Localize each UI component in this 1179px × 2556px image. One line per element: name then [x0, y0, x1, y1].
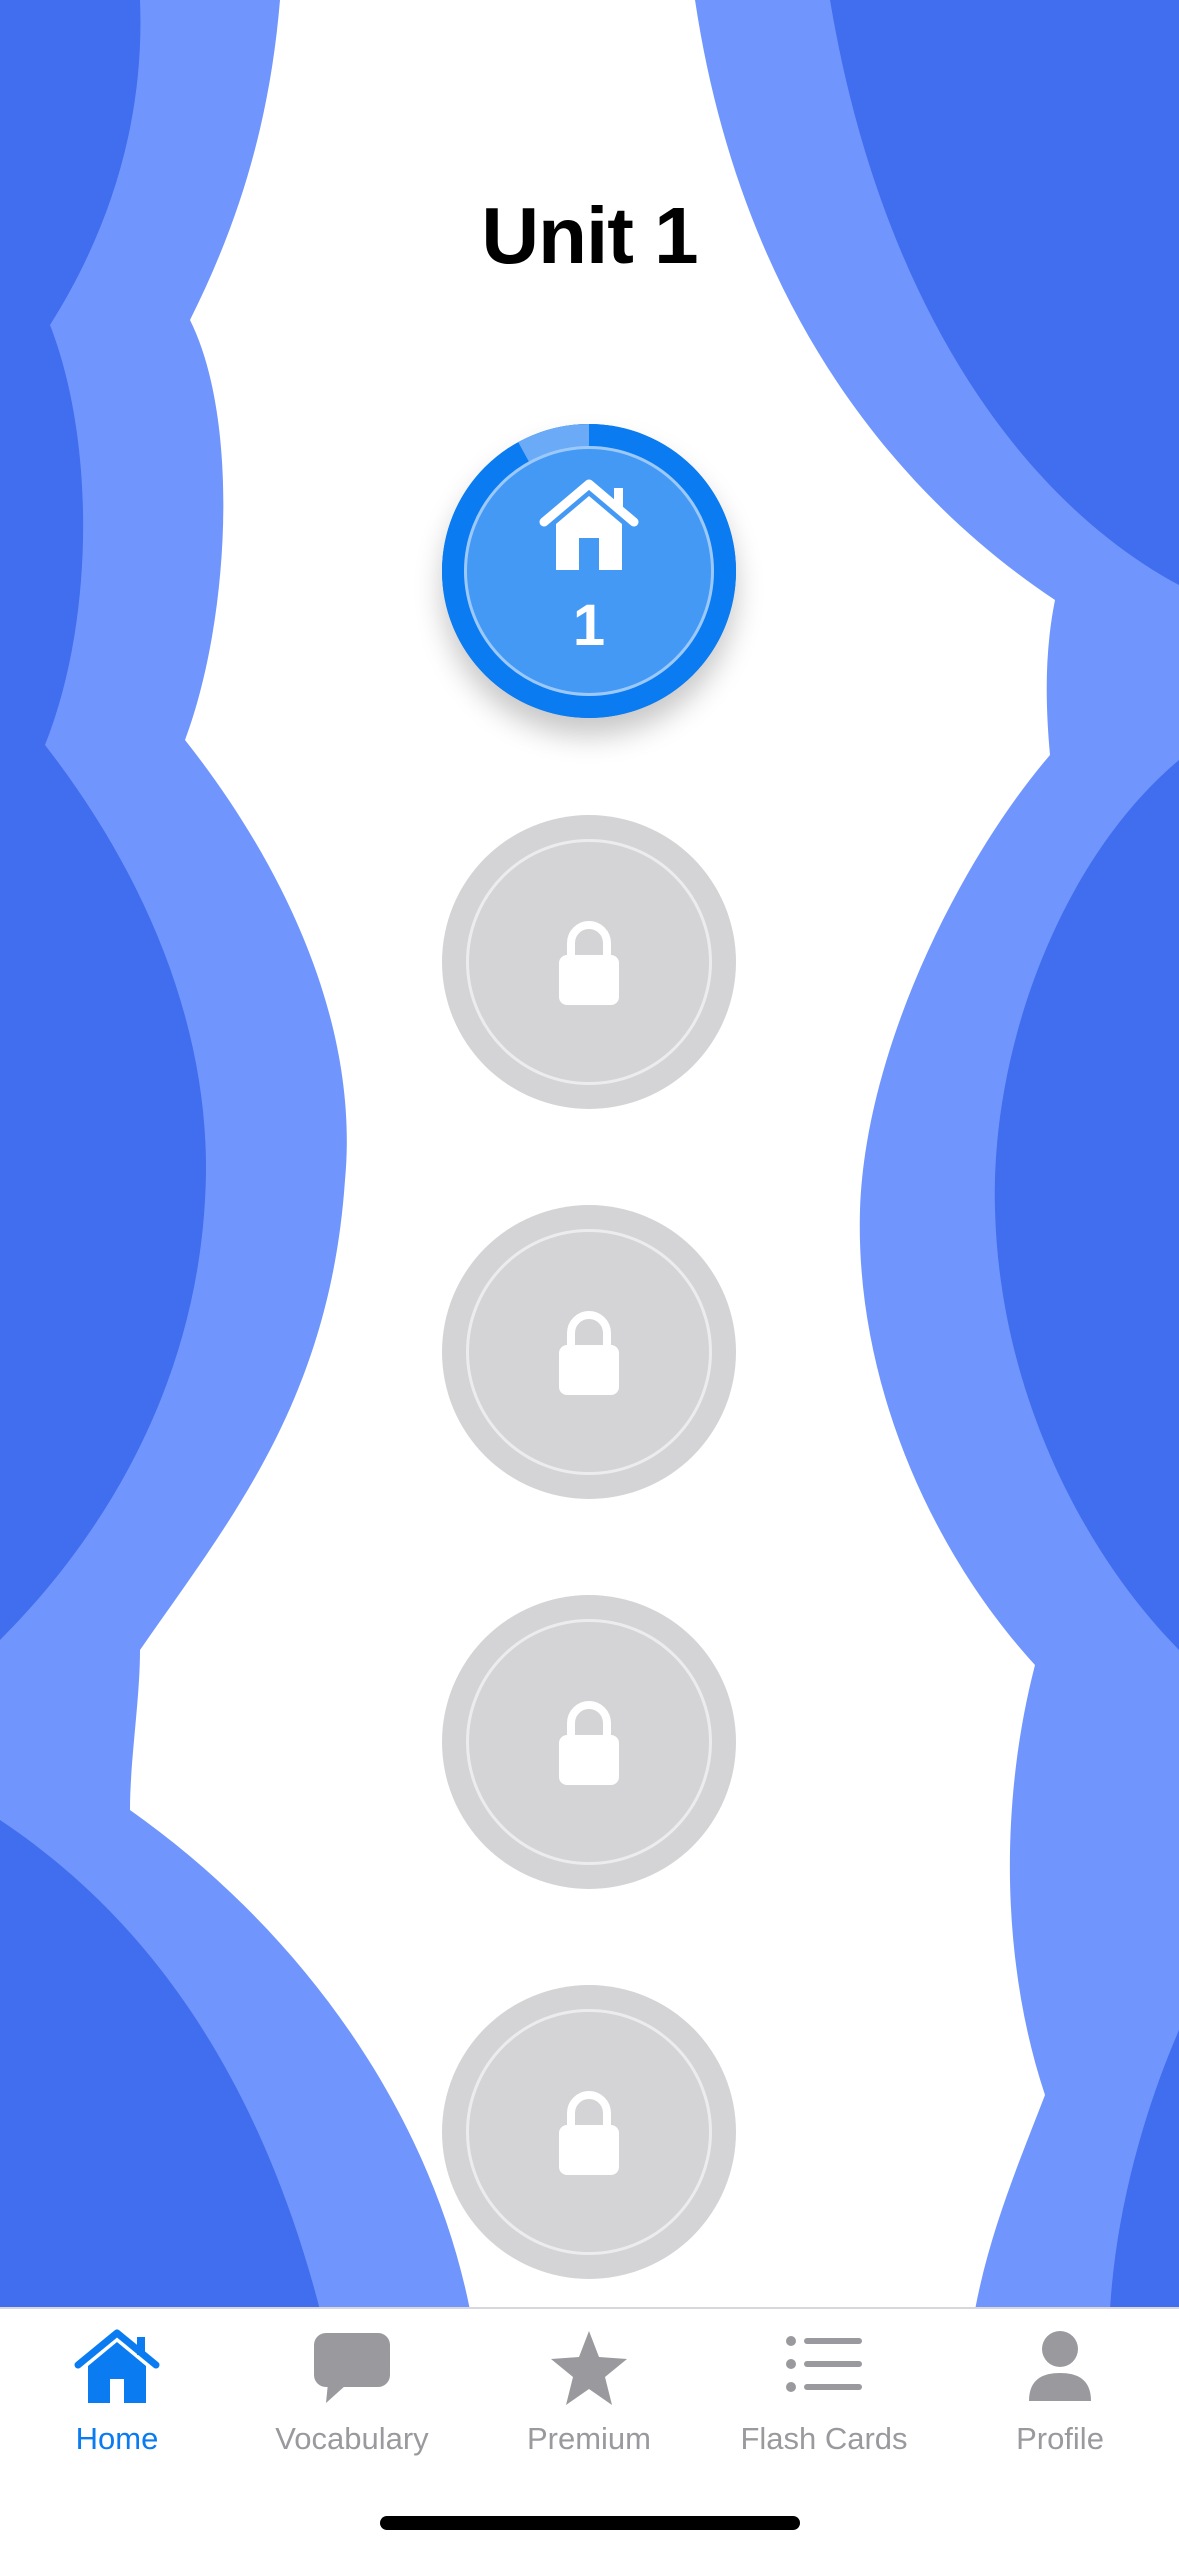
tab-label: Home — [75, 2421, 159, 2456]
lesson-node-locked[interactable] — [442, 1985, 736, 2279]
tab-label: Flash Cards — [740, 2421, 908, 2456]
lesson-node-locked[interactable] — [442, 1205, 736, 1499]
lock-icon — [559, 1311, 619, 1395]
lock-icon — [559, 2091, 619, 2175]
speech-bubble-icon — [314, 2333, 390, 2403]
star-icon — [551, 2331, 627, 2405]
house-icon — [74, 2329, 160, 2403]
list-icon — [786, 2336, 862, 2392]
tab-label: Profile — [1016, 2421, 1104, 2456]
lesson-node-active[interactable]: 1 — [442, 424, 736, 718]
tab-flash-cards[interactable]: Flash Cards — [714, 2309, 934, 2469]
lesson-node-locked[interactable] — [442, 815, 736, 1109]
lesson-node-locked[interactable] — [442, 1595, 736, 1889]
tab-premium[interactable]: Premium — [479, 2309, 699, 2469]
home-indicator — [380, 2516, 800, 2530]
house-icon — [539, 479, 639, 570]
tab-label: Premium — [526, 2421, 651, 2456]
unit-title: Unit 1 — [481, 191, 698, 280]
tab-label: Vocabulary — [275, 2421, 429, 2456]
tab-profile[interactable]: Profile — [950, 2309, 1170, 2469]
lock-icon — [559, 1701, 619, 1785]
lock-icon — [559, 921, 619, 1005]
lesson-number: 1 — [572, 593, 606, 658]
person-icon — [1029, 2331, 1091, 2401]
tab-home[interactable]: Home — [7, 2309, 227, 2469]
tab-vocabulary[interactable]: Vocabulary — [242, 2309, 462, 2469]
